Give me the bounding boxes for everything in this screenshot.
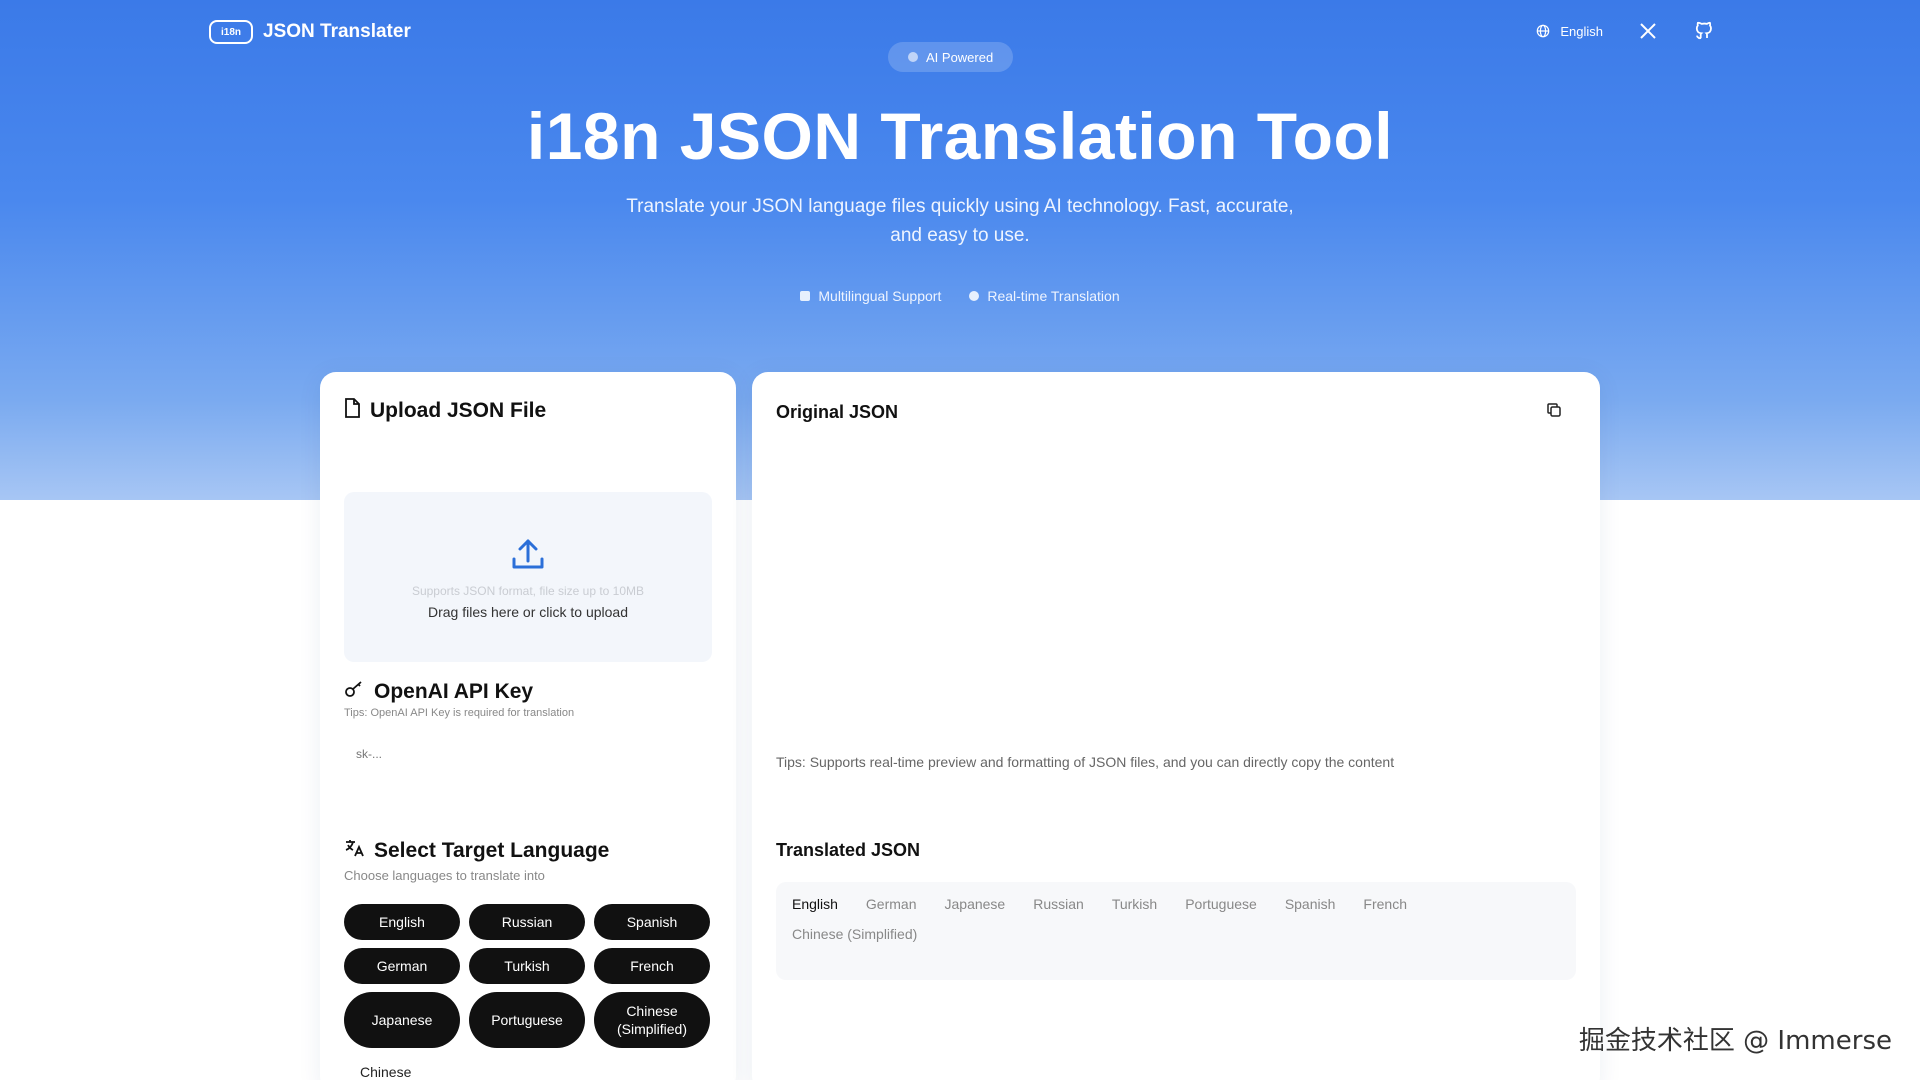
- copy-button[interactable]: [1544, 402, 1564, 422]
- tab-french[interactable]: French: [1363, 892, 1407, 916]
- upload-section-title: Upload JSON File: [344, 398, 546, 424]
- bolt-icon: [969, 291, 980, 301]
- language-chip[interactable]: Japanese: [344, 992, 460, 1048]
- watermark: 掘金技术社区 @ Immerse: [1578, 1026, 1892, 1056]
- tab-spanish[interactable]: Spanish: [1285, 892, 1336, 916]
- language-chip[interactable]: Chinese (Simplified): [594, 992, 710, 1048]
- api-key-tip: Tips: OpenAI API Key is required for tra…: [344, 707, 575, 719]
- target-language-subtitle: Choose languages to translate into: [344, 868, 545, 883]
- language-chip[interactable]: English: [344, 904, 460, 940]
- tab-japanese[interactable]: Japanese: [945, 892, 1006, 916]
- original-json-tips: Tips: Supports real-time preview and for…: [776, 754, 1395, 770]
- ai-powered-badge: AI Powered: [888, 42, 1014, 72]
- language-chip[interactable]: Russian: [469, 904, 585, 940]
- api-key-title-label: OpenAI API Key: [374, 680, 534, 703]
- badge-label: AI Powered: [926, 49, 994, 65]
- language-switcher[interactable]: English: [1532, 20, 1603, 42]
- language-chip[interactable]: Spanish: [594, 904, 710, 940]
- page-title: i18n JSON Translation Tool: [526, 99, 1394, 173]
- api-key-input[interactable]: [344, 736, 712, 772]
- language-chip-list: English Russian Spanish German Turkish F…: [344, 904, 714, 1048]
- tab-russian[interactable]: Russian: [1033, 892, 1084, 916]
- target-language-title-label: Select Target Language: [374, 839, 610, 862]
- language-option[interactable]: Chinese: [360, 1064, 411, 1080]
- brand-name: JSON Translater: [263, 21, 411, 42]
- feature-multilingual: Multilingual Support: [800, 288, 941, 304]
- original-json-title: Original JSON: [776, 402, 899, 422]
- language-chip[interactable]: German: [344, 948, 460, 984]
- brand[interactable]: i18n JSON Translater: [209, 20, 411, 44]
- page-subtitle: Translate your JSON language files quick…: [626, 196, 1294, 246]
- tab-turkish[interactable]: Turkish: [1112, 892, 1157, 916]
- tab-portuguese[interactable]: Portuguese: [1185, 892, 1257, 916]
- language-chip[interactable]: Portuguese: [469, 992, 585, 1048]
- github-icon[interactable]: [1693, 20, 1715, 42]
- feature-realtime: Real-time Translation: [969, 288, 1120, 304]
- feature-label: Real-time Translation: [987, 288, 1120, 304]
- upload-title-label: Upload JSON File: [370, 399, 547, 422]
- language-label: English: [1560, 23, 1603, 39]
- tab-german[interactable]: German: [866, 892, 917, 916]
- tab-chinese-simplified[interactable]: Chinese (Simplified): [792, 922, 917, 946]
- language-chip[interactable]: Turkish: [469, 948, 585, 984]
- upload-dropzone[interactable]: Supports JSON format, file size up to 10…: [344, 492, 712, 662]
- brand-logo: i18n: [209, 20, 253, 44]
- top-right-actions: English: [1532, 20, 1715, 42]
- sparkle-icon: [908, 52, 918, 62]
- target-language-section-title: Select Target Language: [344, 838, 609, 864]
- key-icon: [344, 680, 364, 704]
- x-logo-icon[interactable]: [1637, 20, 1659, 42]
- copy-icon: [1546, 402, 1562, 423]
- upload-text: Drag files here or click to upload: [428, 603, 628, 620]
- upload-icon: [509, 535, 547, 578]
- translated-json-title: Translated JSON: [776, 840, 921, 860]
- json-panel: Original JSON Tips: Supports real-time p…: [752, 372, 1600, 1080]
- settings-panel: Upload JSON File Supports JSON format, f…: [320, 372, 736, 1080]
- tab-english[interactable]: English: [792, 892, 838, 916]
- globe-icon: [1532, 20, 1554, 42]
- feature-list: Multilingual Support Real-time Translati…: [0, 288, 1920, 304]
- language-chip[interactable]: French: [594, 948, 710, 984]
- feature-label: Multilingual Support: [818, 288, 942, 304]
- translate-icon: [344, 838, 364, 864]
- translated-language-tabs: English German Japanese Russian Turkish …: [776, 882, 1576, 980]
- upload-hint: Supports JSON format, file size up to 10…: [411, 583, 645, 598]
- api-key-section-title: OpenAI API Key: [344, 680, 533, 704]
- language-icon: [800, 291, 811, 301]
- file-icon: [344, 398, 360, 424]
